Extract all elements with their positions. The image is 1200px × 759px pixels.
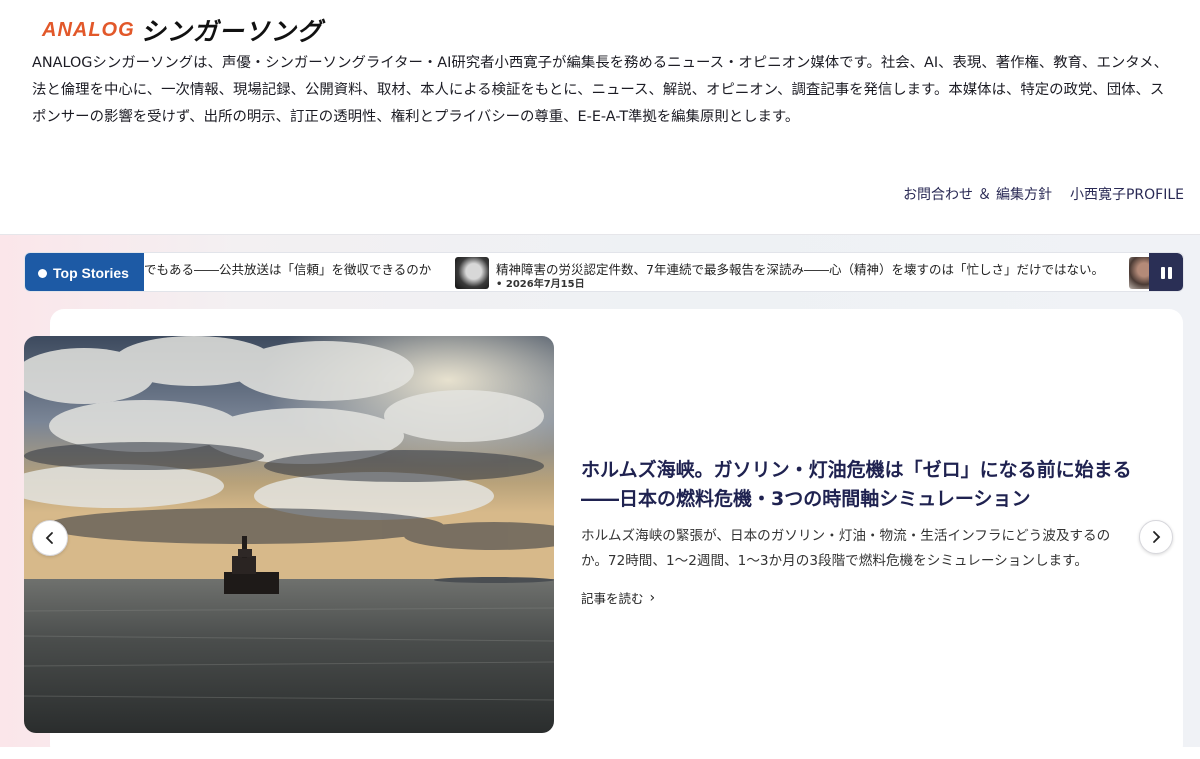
featured-article-summary: ホルムズ海峡の緊張が、日本のガソリン・灯油・物流・生活インフラにどう波及するのか… [581, 528, 1111, 569]
site-description: ANALOGシンガーソングは、声優・シンガーソングライター・AI研究者小西寛子が… [32, 55, 1168, 125]
chevron-right-icon: › [649, 589, 656, 606]
logo-jp-text: シンガーソング [140, 17, 323, 46]
chevron-right-icon [1153, 531, 1161, 543]
ticker-item-date: • 2026年7月15日 [496, 279, 585, 290]
read-more-link[interactable]: 記事を読む › [581, 588, 1136, 607]
featured-article-title[interactable]: ホルムズ海峡。ガソリン・灯油危機は「ゼロ」になる前に始まる――日本の燃料危機・3… [581, 456, 1136, 514]
live-dot-icon [38, 268, 47, 278]
header-nav: お問合わせ ＆ 編集方針 小西寛子PROFILE [903, 184, 1184, 204]
ticker-thumbnail[interactable] [1129, 257, 1151, 289]
featured-article-image[interactable] [24, 336, 554, 733]
featured-article-text: ホルムズ海峡。ガソリン・灯油危機は「ゼロ」になる前に始まる――日本の燃料危機・3… [581, 456, 1136, 607]
nav-contact-policy[interactable]: お問合わせ ＆ 編集方針 [903, 184, 1052, 204]
ticker-item[interactable]: 精神障害の労災認定件数、7年連続で最多報告を深読み――心（精神）を壊すのは「忙し… [496, 259, 1104, 278]
top-stories-label: Top Stories [25, 253, 144, 291]
slider-prev-button[interactable] [32, 520, 68, 556]
site-logo[interactable]: ANALOG シンガーソング [42, 13, 323, 47]
chevron-left-icon [45, 532, 53, 544]
logo-analog-text: ANALOG [42, 18, 135, 41]
top-stories-ticker: Top Stories でもある――公共放送は「信頼」を徴収できるのか 精神障害… [24, 252, 1184, 292]
ticker-track: でもある――公共放送は「信頼」を徴収できるのか 精神障害の労災認定件数、7年連続… [144, 253, 1151, 291]
site-header: ANALOG シンガーソング ANALOGシンガーソングは、声優・シンガーソング… [0, 0, 1200, 234]
ticker-pause-button[interactable] [1149, 253, 1183, 291]
slider-next-button[interactable] [1139, 520, 1173, 554]
ticker-thumbnail[interactable] [455, 257, 489, 289]
nav-profile[interactable]: 小西寛子PROFILE [1070, 184, 1184, 204]
pause-icon [1160, 267, 1172, 279]
read-more-label: 記事を読む [581, 591, 644, 606]
ticker-item[interactable]: でもある――公共放送は「信頼」を徴収できるのか [144, 259, 431, 278]
top-stories-label-text: Top Stories [53, 265, 129, 281]
